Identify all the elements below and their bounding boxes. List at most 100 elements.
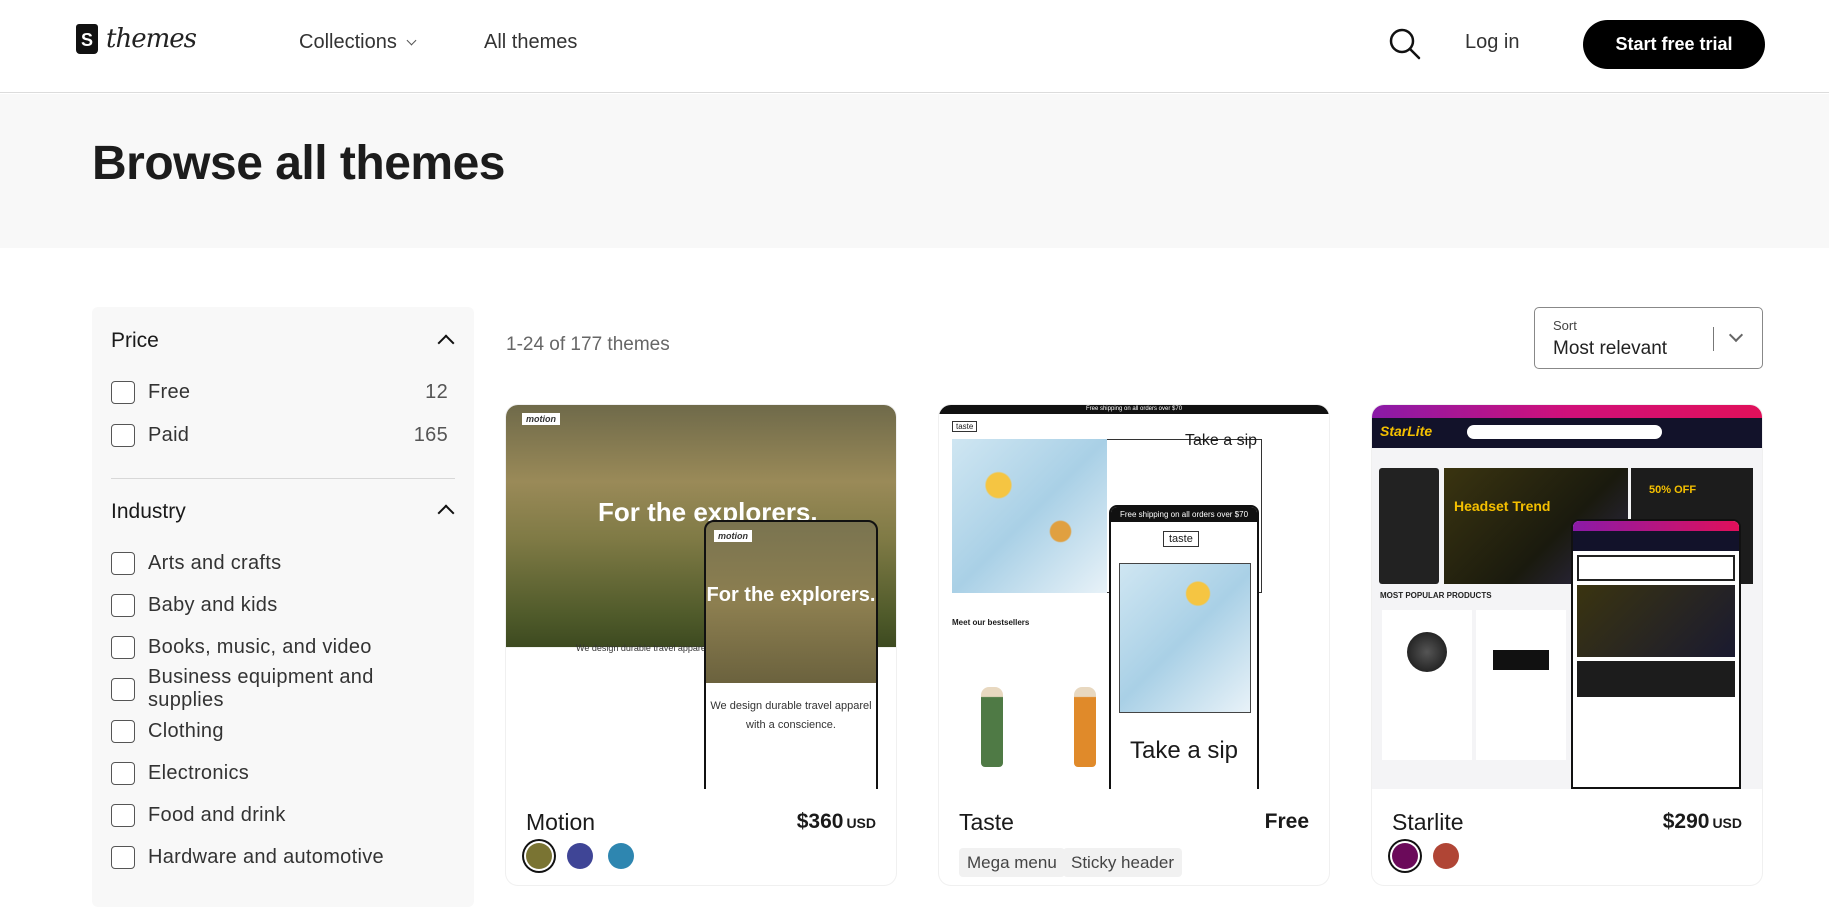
preview-section-title: Meet our bestsellers: [952, 618, 1030, 627]
theme-preview-image[interactable]: Free shipping on all orders over $70 tas…: [939, 405, 1329, 789]
search-icon[interactable]: [1388, 27, 1422, 61]
mobile-image: [1119, 563, 1251, 713]
color-swatch[interactable]: [526, 843, 552, 869]
product-card: [1476, 610, 1566, 760]
option-label: Hardware and automotive: [148, 845, 384, 868]
filter-option-hardware[interactable]: Hardware and automotive: [111, 843, 448, 871]
filter-option-free[interactable]: Free 12: [111, 378, 448, 406]
divider: [111, 478, 455, 479]
color-swatch[interactable]: [1433, 843, 1459, 869]
nav-all-themes[interactable]: All themes: [484, 31, 577, 54]
nav-collections[interactable]: Collections: [299, 31, 417, 54]
chevron-down-icon: [1728, 327, 1744, 343]
color-swatch[interactable]: [1392, 843, 1418, 869]
theme-card-starlite[interactable]: StarLite Headset Trend 50% OFF MOST POPU…: [1372, 405, 1762, 885]
feature-tag: Sticky header: [1063, 848, 1182, 877]
mobile-preview: motion For the explorers. We design dura…: [704, 520, 878, 789]
bottle-image: [981, 687, 1003, 767]
filter-sidebar: Price Free 12 Paid 165 Industry Arts and c…: [92, 307, 474, 907]
price-currency: USD: [846, 815, 876, 831]
filter-option-electronics[interactable]: Electronics: [111, 759, 448, 787]
checkbox[interactable]: [111, 719, 135, 743]
checkbox[interactable]: [111, 380, 135, 404]
top-nav: S themes Collections All themes Log in S…: [0, 0, 1829, 93]
theme-name[interactable]: Starlite: [1392, 809, 1464, 836]
checkbox[interactable]: [111, 635, 135, 659]
shopify-themes-logo[interactable]: S themes: [76, 24, 197, 54]
option-label: Free: [148, 380, 191, 403]
preview-banner: Free shipping on all orders over $70: [939, 405, 1329, 414]
preview-headline: Headset Trend: [1454, 498, 1551, 514]
mobile-headline: Take a sip: [1129, 737, 1239, 764]
preview-sale-text: 50% OFF: [1649, 484, 1697, 496]
mobile-preview: [1571, 519, 1741, 789]
option-count: 12: [425, 380, 448, 403]
checkbox[interactable]: [111, 423, 135, 447]
price-currency: USD: [1712, 815, 1742, 831]
page-title: Browse all themes: [92, 137, 506, 190]
filter-option-baby[interactable]: Baby and kids: [111, 591, 448, 619]
color-swatch[interactable]: [567, 843, 593, 869]
theme-name[interactable]: Motion: [526, 809, 595, 836]
checkbox[interactable]: [111, 761, 135, 785]
preview-promo-bar: [1372, 405, 1762, 418]
theme-name[interactable]: Taste: [959, 809, 1014, 836]
mobile-banner: Free shipping on all orders over $70: [1111, 507, 1257, 522]
start-free-trial-button[interactable]: Start free trial: [1583, 20, 1765, 69]
option-label: Business equipment and supplies: [148, 666, 374, 711]
preview-logo: taste: [1163, 531, 1199, 547]
chevron-up-icon[interactable]: [437, 504, 455, 522]
feature-tag: Mega menu: [959, 848, 1065, 877]
option-label: Paid: [148, 423, 190, 446]
sort-select[interactable]: Sort Most relevant: [1534, 307, 1763, 369]
preview-image-drinks: [952, 439, 1107, 593]
theme-card-taste[interactable]: Free shipping on all orders over $70 tas…: [939, 405, 1329, 885]
preview-logo: motion: [714, 530, 752, 542]
checkbox[interactable]: [111, 677, 135, 701]
filter-industry-heading[interactable]: Industry: [111, 500, 186, 524]
filter-option-arts[interactable]: Arts and crafts: [111, 549, 448, 577]
theme-card-motion[interactable]: motion For the explorers. We design dura…: [506, 405, 896, 885]
filter-price-heading[interactable]: Price: [111, 329, 159, 353]
option-label: Arts and crafts: [148, 551, 282, 574]
login-link[interactable]: Log in: [1465, 31, 1520, 54]
filter-option-clothing[interactable]: Clothing: [111, 717, 448, 745]
preview-search: [1467, 425, 1662, 439]
color-swatch[interactable]: [608, 843, 634, 869]
option-label: Food and drink: [148, 803, 286, 826]
logo-text: themes: [106, 24, 197, 54]
mobile-preview: Free shipping on all orders over $70 tas…: [1109, 505, 1259, 789]
filter-option-paid[interactable]: Paid 165: [111, 421, 448, 449]
option-label: Books, music, and video: [148, 635, 372, 658]
theme-price: $290 USD: [1663, 810, 1742, 834]
option-label: Baby and kids: [148, 593, 278, 616]
shopify-bag-icon: S: [76, 24, 98, 54]
preview-logo: StarLite: [1380, 423, 1433, 439]
price-value: $360: [796, 810, 844, 833]
results-count: 1-24 of 177 themes: [506, 334, 670, 355]
theme-price: Free: [1264, 810, 1309, 833]
option-label: Electronics: [148, 761, 250, 784]
theme-preview-image[interactable]: motion For the explorers. We design dura…: [506, 405, 896, 789]
checkbox[interactable]: [111, 551, 135, 575]
product-card: [1382, 610, 1472, 760]
hero-banner: Browse all themes: [0, 94, 1829, 248]
checkbox[interactable]: [111, 803, 135, 827]
filter-option-books[interactable]: Books, music, and video: [111, 633, 448, 661]
checkbox[interactable]: [111, 593, 135, 617]
preview-logo: taste: [952, 421, 978, 432]
checkbox[interactable]: [111, 845, 135, 869]
price-value: $290: [1662, 810, 1710, 833]
preview-logo: motion: [522, 413, 560, 425]
mobile-subtext: We design durable travel apparel with a …: [706, 683, 876, 789]
chevron-up-icon[interactable]: [437, 334, 455, 352]
filter-option-business[interactable]: Business equipment and supplies: [111, 666, 448, 711]
theme-preview-image[interactable]: StarLite Headset Trend 50% OFF MOST POPU…: [1372, 405, 1762, 789]
bottle-image: [1074, 687, 1096, 767]
filter-option-food[interactable]: Food and drink: [111, 801, 448, 829]
sort-value: Most relevant: [1553, 338, 1668, 359]
nav-collections-label: Collections: [299, 31, 397, 53]
preview-headline: Take a sip: [1185, 432, 1258, 449]
divider: [1713, 327, 1714, 351]
preview-section-title: MOST POPULAR PRODUCTS: [1380, 591, 1492, 600]
